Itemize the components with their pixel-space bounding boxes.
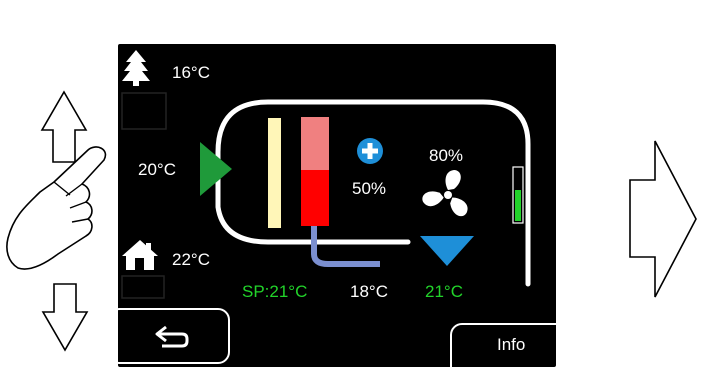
indoor-sensor-box (121, 275, 165, 299)
device-screen: 16°C 20°C 22°C 50% 80% SP:21°C 18°C 21°C… (118, 44, 556, 367)
next-arrow-outline-icon[interactable] (620, 135, 702, 305)
extract-temperature: 18°C (350, 282, 388, 301)
supply-temperature: 20°C (138, 160, 176, 179)
plus-icon (357, 138, 383, 164)
outdoor-temperature: 16°C (172, 63, 210, 82)
info-button-label: Info (497, 335, 526, 354)
back-button[interactable] (118, 308, 230, 364)
swipe-gesture-illustration (6, 90, 107, 352)
water-pipe (311, 226, 380, 267)
target-temperature: 21°C (425, 282, 463, 301)
fan-level-fill (515, 190, 521, 221)
setpoint-temperature: SP:21°C (242, 282, 308, 301)
heater-bar-fill (301, 170, 329, 226)
tree-icon (122, 50, 150, 86)
filter-bar (268, 118, 281, 228)
arrow-down-outline-icon (41, 283, 89, 352)
arrow-up-outline-icon (40, 90, 88, 163)
house-icon (122, 240, 158, 270)
extract-triangle-icon (420, 236, 474, 266)
heater-bar-upper (301, 117, 329, 170)
outdoor-sensor-box (121, 92, 167, 130)
pointing-hand-icon (6, 146, 107, 270)
back-arrow-icon (155, 325, 189, 348)
fan-icon (422, 170, 468, 217)
indoor-temperature: 22°C (172, 250, 210, 269)
fan-percent: 80% (429, 146, 464, 165)
info-button[interactable]: Info (450, 323, 556, 367)
heater-percent: 50% (352, 179, 387, 198)
